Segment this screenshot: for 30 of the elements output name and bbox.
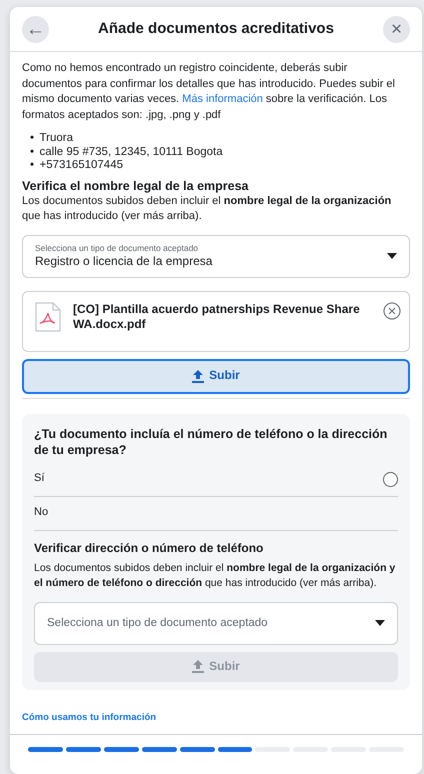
bullet: • [30,159,34,172]
section-heading: Verifica el nombre legal de la empresa [22,178,250,194]
file-name: [CO] Plantilla acuerdo patnerships Revenue Share WA.docx.pdf [73,302,361,332]
upload-icon [192,660,204,674]
section-heading: Verificar dirección o número de teléfono [34,540,264,555]
upload-icon [192,370,204,382]
answer-option[interactable]: No [34,496,398,530]
radio-button[interactable] [383,472,398,486]
section-text: Los documentos subidos deben incluir el nombre legal de la organización que has introducido (ver más arriba). [22,194,392,224]
detail-item: Truora [40,132,73,146]
section-text: Los documentos subidos deben incluir el nombre legal de la organización y el número de teléfono o dirección que has introducido (ver más arriba). [34,560,396,592]
document-type-select[interactable]: Selecciona un tipo de documento aceptado Registro o licencia de la empresa [22,234,410,278]
bullet: • [30,146,34,159]
answer-option[interactable]: Sí [34,462,398,496]
detail-item: +573165107445 [40,159,123,172]
detail-item: calle 95 #735, 12345, 10111 Bogota [40,146,223,159]
intro-text: Como no hemos encontrado un registro coincidente, deberás subir documentos para confirmar los detalles que has introducido. Puedes subir el mismo documento varias veces. Más información sobre la verificación. Los formatos aceptados son: .jpg, .png y .pdf [22,61,396,122]
caret-icon [375,620,385,626]
close-button[interactable]: × [383,16,410,42]
back-button[interactable]: ← [22,16,49,42]
dialog-title: Añade documentos acreditativos [98,20,334,38]
remove-icon[interactable] [383,302,401,320]
pdf-file-icon [35,302,61,332]
upload-button[interactable]: Subir [22,358,410,394]
more-info-link[interactable]: Más información [182,93,263,105]
document-type-select[interactable]: Selecciona un tipo de documento aceptado [34,602,398,645]
caret-icon [387,253,397,259]
privacy-link[interactable]: Cómo usamos tu información [22,710,156,726]
question-text: ¿Tu documento incluía el número de teléfono o la dirección de tu empresa? [34,426,388,458]
bullet: • [30,132,34,146]
